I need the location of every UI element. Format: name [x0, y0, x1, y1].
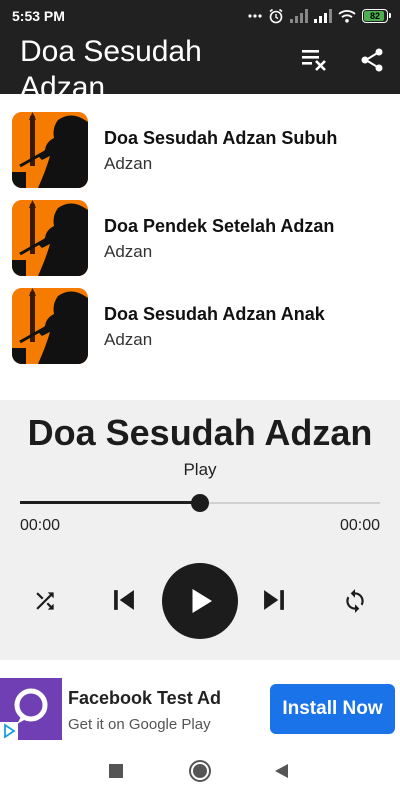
status-time: 5:53 PM [12, 8, 65, 24]
track-title: Doa Pendek Setelah Adzan [104, 216, 335, 236]
seek-progress [20, 501, 200, 504]
home-button[interactable] [187, 758, 213, 784]
next-button[interactable] [256, 582, 292, 618]
repeat-icon [346, 589, 364, 613]
shuffle-button[interactable] [30, 586, 60, 616]
alarm-icon [268, 8, 284, 24]
track-artist: Adzan [104, 330, 153, 349]
wifi-icon [338, 9, 356, 23]
battery-level: 82 [369, 11, 380, 21]
previous-button[interactable] [106, 582, 142, 618]
app-screen: 5:53 PM 82 Doa Sesudah Adzan Doa Sesudah… [0, 0, 400, 800]
clear-playlist-button[interactable] [298, 44, 330, 76]
more-dots-icon [248, 13, 262, 19]
recents-button[interactable] [103, 758, 129, 784]
clear-playlist-icon [302, 50, 326, 71]
playback-status: Play [183, 460, 217, 479]
now-playing-title: Doa Sesudah Adzan [27, 412, 373, 453]
track-thumbnail [12, 200, 88, 276]
ad-title: Facebook Test Ad [68, 688, 222, 708]
status-icons: 82 [248, 7, 391, 25]
shuffle-icon [36, 592, 54, 610]
playlist: Doa Sesudah Adzan Subuh Adzan Doa Pendek… [0, 102, 400, 366]
system-nav-bar [0, 742, 400, 800]
track-artist: Adzan [104, 154, 153, 173]
status-bar: 5:53 PM 82 [0, 0, 400, 32]
next-icon [264, 590, 284, 610]
playlist-item[interactable]: Doa Sesudah Adzan Anak Adzan [0, 278, 400, 366]
battery-icon: 82 [362, 9, 391, 23]
repeat-button[interactable] [340, 586, 370, 616]
track-thumbnail [12, 288, 88, 364]
install-now-button[interactable]: Install Now [270, 684, 395, 734]
track-artist: Adzan [104, 242, 153, 261]
track-thumbnail [12, 112, 88, 188]
share-button[interactable] [356, 44, 388, 76]
track-title: Doa Sesudah Adzan Subuh [104, 128, 338, 148]
playlist-item[interactable]: Doa Sesudah Adzan Subuh Adzan [0, 102, 400, 190]
play-button[interactable] [162, 563, 238, 639]
previous-icon [114, 590, 134, 610]
signal-icon [290, 9, 308, 23]
app-title: Doa Sesudah Adzan [20, 35, 202, 94]
ad-banner[interactable]: Facebook Test Ad Get it on Google Play I… [0, 678, 400, 740]
top-bar: 5:53 PM 82 Doa Sesudah Adzan [0, 0, 400, 94]
back-triangle-icon [275, 764, 288, 778]
seek-bar[interactable] [20, 492, 380, 514]
playlist-item[interactable]: Doa Pendek Setelah Adzan Adzan [0, 190, 400, 278]
signal-icon [314, 9, 332, 23]
player-panel: Doa Sesudah Adzan Play 00:00 00:00 [0, 400, 400, 660]
track-title: Doa Sesudah Adzan Anak [104, 304, 325, 324]
ad-subtitle: Get it on Google Play [68, 716, 211, 733]
total-time: 00:00 [339, 517, 380, 534]
share-icon [361, 48, 383, 72]
seek-thumb[interactable] [191, 494, 209, 512]
back-button[interactable] [268, 758, 294, 784]
current-time: 00:00 [20, 517, 61, 534]
home-circle-icon [189, 760, 211, 782]
recents-square-icon [109, 764, 123, 778]
ad-choices-icon[interactable] [0, 722, 18, 740]
play-icon [192, 589, 212, 613]
